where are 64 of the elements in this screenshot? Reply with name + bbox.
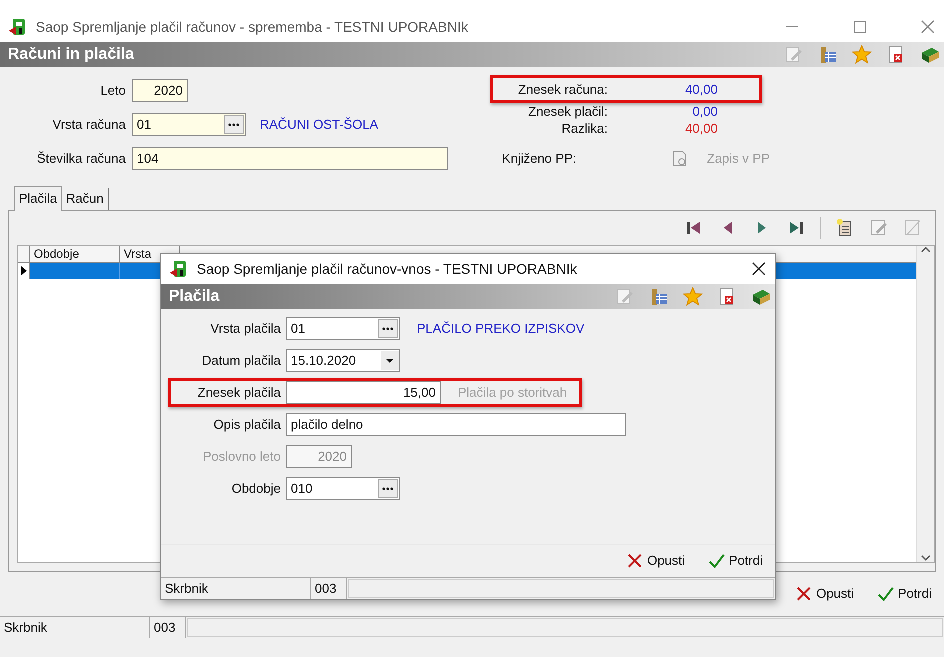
star-icon[interactable] — [683, 286, 703, 306]
dots-icon — [228, 122, 240, 126]
status-cell: 003 — [150, 617, 186, 638]
browse-button[interactable] — [378, 319, 398, 338]
dots-icon — [382, 326, 394, 330]
lookup-link[interactable]: RAČUNI OST-ŠOLA — [260, 114, 378, 134]
section-title: Računi in plačila — [8, 44, 134, 64]
field-label: Vrsta računa — [52, 116, 126, 134]
total-label: Znesek računa: — [517, 82, 608, 96]
tab[interactable]: Plačila — [14, 186, 62, 211]
tab[interactable]: Račun — [62, 188, 109, 210]
field-label: Številka računa — [36, 150, 126, 168]
dots-icon — [382, 486, 394, 490]
field-label: Obdobje — [230, 480, 281, 498]
field-label: Znesek plačila — [196, 384, 281, 402]
row-pointer-icon — [20, 266, 26, 276]
total-value: 0,00 — [692, 104, 718, 119]
input-field[interactable]: 15,00 — [286, 381, 441, 404]
input-field[interactable]: 01 — [132, 113, 246, 136]
cancel-button[interactable]: Opusti — [792, 584, 858, 604]
check-icon — [709, 553, 726, 569]
table-icon[interactable] — [818, 44, 838, 64]
cross-icon — [627, 553, 644, 569]
field-label: Leto — [100, 82, 126, 100]
field-label: Vrsta plačila — [210, 320, 281, 338]
table-icon[interactable] — [649, 286, 669, 306]
document-search-icon — [671, 150, 690, 168]
input-field[interactable]: 15.10.2020 — [286, 349, 400, 372]
total-value: 40,00 — [684, 121, 718, 136]
window-title: Saop Spremljanje plačil računov-vnos - TESTNI UPORABNIk — [197, 260, 578, 279]
window-title: Saop Spremljanje plačil računov - sprememba - TESTNI UPORABNIk — [36, 18, 468, 37]
cancel-button[interactable]: Opusti — [623, 551, 690, 571]
input-field[interactable]: 01 — [286, 317, 400, 340]
status-cell: Skrbnik — [161, 578, 311, 599]
input-field[interactable]: plačilo delno — [286, 413, 626, 436]
total-label: Razlika: — [560, 121, 608, 136]
confirm-button[interactable]: Potrdi — [874, 584, 936, 604]
app-icon — [8, 17, 28, 37]
check-icon — [878, 586, 894, 602]
field-label: Poslovno leto — [202, 448, 281, 466]
status-cell: 003 — [311, 578, 347, 599]
scroll-up-icon[interactable] — [920, 246, 930, 254]
input-field[interactable]: 010 — [286, 477, 400, 500]
confirm-button[interactable]: Potrdi — [705, 551, 767, 571]
column-header[interactable]: Obdobje — [30, 246, 120, 262]
app-icon — [169, 259, 189, 279]
scrollbar[interactable] — [916, 246, 934, 562]
close-icon[interactable] — [751, 261, 767, 277]
status-cell: Skrbnik — [0, 617, 150, 638]
maximize-icon[interactable] — [852, 19, 868, 35]
total-label: Znesek plačil: — [528, 104, 608, 119]
input-field[interactable]: 2020 — [132, 79, 188, 102]
lookup-link[interactable]: PLAČILO PREKO IZPISKOV — [417, 318, 585, 338]
browse-button[interactable] — [378, 479, 398, 498]
total-value: 40,00 — [684, 82, 718, 96]
scroll-down-icon[interactable] — [920, 554, 930, 562]
field-label: Opis plačila — [212, 416, 281, 434]
field-label: Knjiženo PP: — [501, 150, 577, 168]
section-title: Plačila — [169, 286, 220, 306]
cross-icon — [796, 586, 812, 602]
field-label: Datum plačila — [201, 352, 281, 370]
star-icon[interactable] — [852, 44, 872, 64]
browse-button[interactable] — [224, 115, 244, 134]
input-field[interactable]: 104 — [132, 147, 448, 170]
